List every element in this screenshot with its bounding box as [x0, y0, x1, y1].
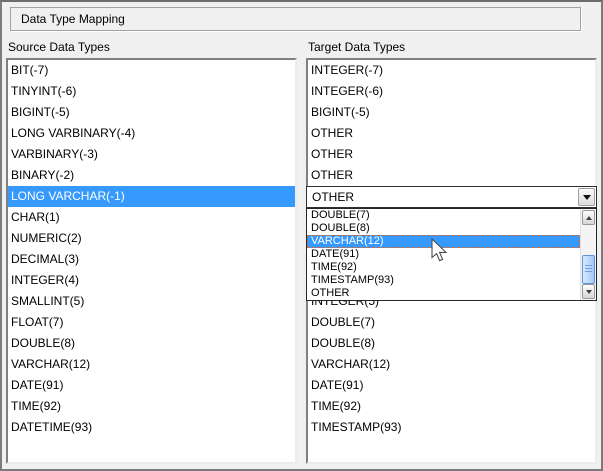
- source-list-item[interactable]: BIT(-7): [8, 60, 295, 81]
- source-list-item[interactable]: INTEGER(4): [8, 270, 295, 291]
- window-title: Data Type Mapping: [21, 8, 125, 30]
- combobox-option[interactable]: OTHER: [307, 287, 580, 300]
- scrollbar-thumb[interactable]: [582, 255, 595, 284]
- target-list-item[interactable]: OTHER: [308, 165, 595, 186]
- title-frame: Data Type Mapping: [10, 7, 581, 31]
- source-list-item[interactable]: TINYINT(-6): [8, 81, 295, 102]
- source-list-item[interactable]: DATETIME(93): [8, 417, 295, 438]
- target-list-item[interactable]: DATE(91): [308, 375, 595, 396]
- source-list-item[interactable]: BIGINT(-5): [8, 102, 295, 123]
- target-list-label: Target Data Types: [308, 40, 405, 54]
- source-list-item[interactable]: TIME(92): [8, 396, 295, 417]
- combobox-option[interactable]: VARCHAR(12): [307, 235, 580, 248]
- combobox-popup: DOUBLE(7)DOUBLE(8)VARCHAR(12)DATE(91)TIM…: [306, 208, 597, 301]
- popup-scrollbar[interactable]: [580, 209, 596, 300]
- scroll-up-button[interactable]: [582, 210, 595, 225]
- source-list-label: Source Data Types: [8, 40, 110, 54]
- combobox-value: OTHER: [307, 187, 576, 207]
- target-list-item[interactable]: VARCHAR(12): [308, 354, 595, 375]
- combobox-option[interactable]: TIME(92): [307, 261, 580, 274]
- source-list-item[interactable]: LONG VARBINARY(-4): [8, 123, 295, 144]
- scroll-down-button[interactable]: [582, 284, 595, 299]
- source-data-types-list[interactable]: BIT(-7)TINYINT(-6)BIGINT(-5)LONG VARBINA…: [6, 58, 297, 464]
- target-type-combobox[interactable]: OTHER: [306, 186, 597, 208]
- source-list-item[interactable]: VARBINARY(-3): [8, 144, 295, 165]
- source-list-item[interactable]: DECIMAL(3): [8, 249, 295, 270]
- source-list-item[interactable]: VARCHAR(12): [8, 354, 295, 375]
- scroll-down-icon: [586, 290, 592, 294]
- target-list-item[interactable]: OTHER: [308, 144, 595, 165]
- combobox-option[interactable]: DOUBLE(7): [307, 209, 580, 222]
- source-list-item[interactable]: CHAR(1): [8, 207, 295, 228]
- target-list-item[interactable]: INTEGER(-6): [308, 81, 595, 102]
- combobox-option[interactable]: DATE(91): [307, 248, 580, 261]
- combobox-option[interactable]: TIMESTAMP(93): [307, 274, 580, 287]
- combobox-option[interactable]: DOUBLE(8): [307, 222, 580, 235]
- source-list-item[interactable]: NUMERIC(2): [8, 228, 295, 249]
- target-list-item[interactable]: DOUBLE(7): [308, 312, 595, 333]
- target-list-item[interactable]: TIME(92): [308, 396, 595, 417]
- scrollbar-grip-icon: [585, 265, 592, 274]
- source-list-item[interactable]: DOUBLE(8): [8, 333, 295, 354]
- dropdown-arrow-icon: [583, 195, 591, 200]
- source-list-item[interactable]: DATE(91): [8, 375, 295, 396]
- target-list-item[interactable]: INTEGER(-7): [308, 60, 595, 81]
- source-list-item[interactable]: FLOAT(7): [8, 312, 295, 333]
- source-list-item[interactable]: BINARY(-2): [8, 165, 295, 186]
- source-list-item[interactable]: LONG VARCHAR(-1): [8, 186, 295, 207]
- scroll-up-icon: [586, 216, 592, 220]
- target-list-item[interactable]: DOUBLE(8): [308, 333, 595, 354]
- target-list-item[interactable]: BIGINT(-5): [308, 102, 595, 123]
- data-type-mapping-window: { "window": { "title": "Data Type Mappin…: [0, 0, 603, 471]
- target-list-item[interactable]: TIMESTAMP(93): [308, 417, 595, 438]
- target-list-item[interactable]: OTHER: [308, 123, 595, 144]
- combobox-dropdown-button[interactable]: [578, 188, 595, 206]
- combobox-option-list[interactable]: DOUBLE(7)DOUBLE(8)VARCHAR(12)DATE(91)TIM…: [307, 209, 580, 300]
- source-list-item[interactable]: SMALLINT(5): [8, 291, 295, 312]
